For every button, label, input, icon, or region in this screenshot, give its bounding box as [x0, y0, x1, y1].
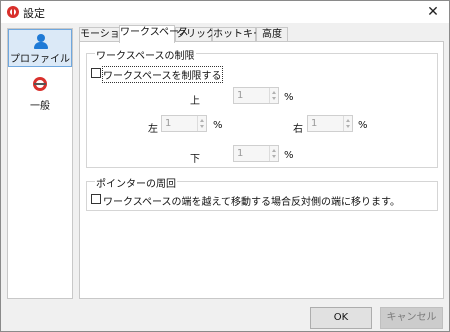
left-margin-stepper[interactable]: 1 [161, 115, 207, 132]
settings-window: 設定 ✕ プロファイル 一般 モーション ワークスペース クリック ホットキー … [0, 0, 450, 332]
tab-motion[interactable]: モーション [79, 27, 130, 42]
settings-app-icon [7, 6, 19, 18]
arrow-up-icon[interactable] [346, 119, 350, 122]
arrow-up-icon[interactable] [272, 149, 276, 152]
arrow-down-icon[interactable] [272, 155, 276, 158]
right-label: 右 [293, 124, 303, 135]
sidebar: プロファイル 一般 [7, 28, 73, 299]
cancel-button[interactable]: キャンセル(C) [380, 307, 443, 329]
tab-panel-workspace: ワークスペースの制限 ワークスペースを制限する 上 1 % 左 1 % 右 1 … [79, 41, 444, 299]
left-unit: % [213, 120, 223, 131]
left-label: 左 [148, 124, 158, 135]
arrow-down-icon[interactable] [272, 97, 276, 100]
right-margin-stepper[interactable]: 1 [307, 115, 353, 132]
stepper-arrows[interactable] [269, 88, 278, 103]
group-title: ワークスペースの制限 [95, 47, 196, 62]
left-margin-value: 1 [165, 118, 172, 129]
arrow-down-icon[interactable] [200, 125, 204, 128]
top-margin-value: 1 [237, 90, 244, 101]
sidebar-item-general[interactable]: 一般 [8, 73, 72, 112]
top-unit: % [284, 92, 294, 103]
limit-workspace-label[interactable]: ワークスペースを制限する [102, 66, 223, 83]
arrow-up-icon[interactable] [272, 91, 276, 94]
top-label: 上 [190, 96, 200, 107]
title-bar: 設定 ✕ [1, 1, 449, 23]
arrow-up-icon[interactable] [200, 119, 204, 122]
window-title: 設定 [23, 7, 45, 20]
general-icon [33, 77, 47, 91]
bottom-label: 下 [190, 154, 200, 165]
sidebar-item-label: プロファイル [10, 54, 70, 65]
right-margin-value: 1 [311, 118, 318, 129]
pointer-wrap-label[interactable]: ワークスペースの端を越えて移動する場合反対側の端に移ります。 [103, 193, 400, 208]
tab-advanced[interactable]: 高度 [256, 27, 288, 42]
tab-workspace[interactable]: ワークスペース [119, 25, 189, 43]
pointer-wrap-group: ポインターの周回 ワークスペースの端を越えて移動する場合反対側の端に移ります。 [86, 175, 438, 211]
bottom-unit: % [284, 150, 294, 161]
sidebar-item-profile[interactable]: プロファイル [8, 29, 72, 67]
stepper-arrows[interactable] [343, 116, 352, 131]
bottom-margin-stepper[interactable]: 1 [233, 145, 279, 162]
group-title: ポインターの周回 [95, 175, 177, 190]
ok-button[interactable]: OK [310, 307, 372, 329]
bottom-margin-value: 1 [237, 148, 244, 159]
tab-hotkey[interactable]: ホットキー [212, 27, 263, 42]
top-margin-stepper[interactable]: 1 [233, 87, 279, 104]
pointer-wrap-checkbox[interactable] [91, 194, 101, 204]
right-unit: % [358, 120, 368, 131]
user-icon [34, 34, 48, 49]
workspace-limit-group: ワークスペースの制限 ワークスペースを制限する 上 1 % 左 1 % 右 1 … [86, 47, 438, 168]
sidebar-item-label: 一般 [30, 101, 50, 112]
close-icon[interactable]: ✕ [419, 1, 447, 23]
stepper-arrows[interactable] [269, 146, 278, 161]
stepper-arrows[interactable] [197, 116, 206, 131]
arrow-down-icon[interactable] [346, 125, 350, 128]
limit-workspace-checkbox[interactable] [91, 68, 101, 78]
